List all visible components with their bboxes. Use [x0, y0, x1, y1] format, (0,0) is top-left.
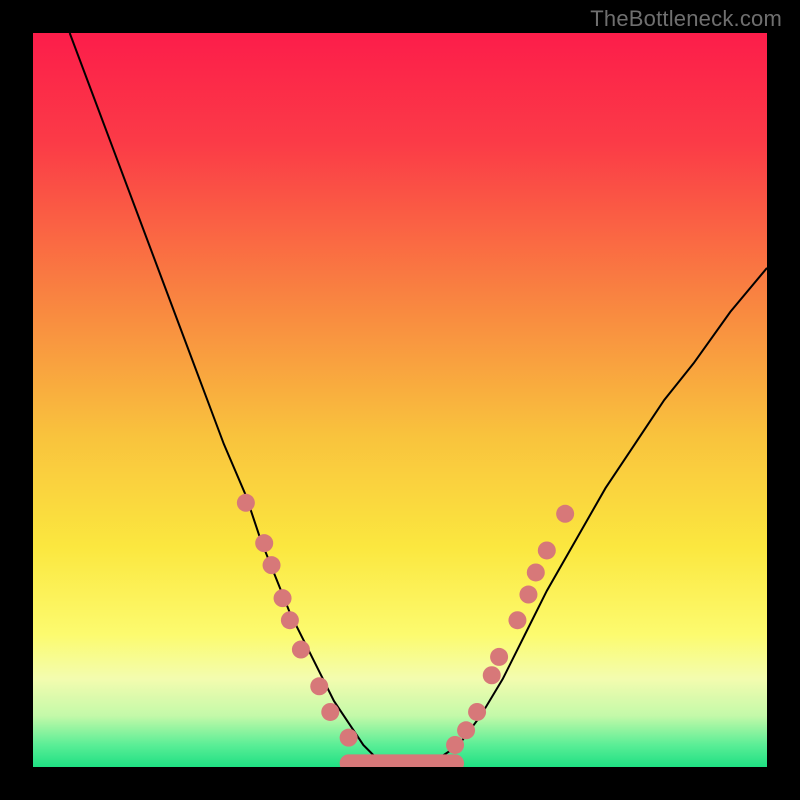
marker-point	[527, 563, 545, 581]
marker-point	[556, 505, 574, 523]
marker-point	[237, 494, 255, 512]
marker-point	[310, 677, 328, 695]
marker-point	[538, 541, 556, 559]
marker-point	[446, 736, 464, 754]
marker-point	[519, 586, 537, 604]
marker-point	[274, 589, 292, 607]
marker-point	[292, 641, 310, 659]
marker-point	[490, 648, 508, 666]
marker-point	[255, 534, 273, 552]
marker-point	[508, 611, 526, 629]
watermark-text: TheBottleneck.com	[590, 6, 782, 32]
marker-point	[281, 611, 299, 629]
marker-point	[457, 721, 475, 739]
marker-point	[468, 703, 486, 721]
marker-point	[483, 666, 501, 684]
plot-background	[33, 33, 767, 767]
marker-point	[321, 703, 339, 721]
marker-point	[340, 729, 358, 747]
marker-point	[263, 556, 281, 574]
bottleneck-chart	[0, 0, 800, 800]
chart-root: TheBottleneck.com	[0, 0, 800, 800]
